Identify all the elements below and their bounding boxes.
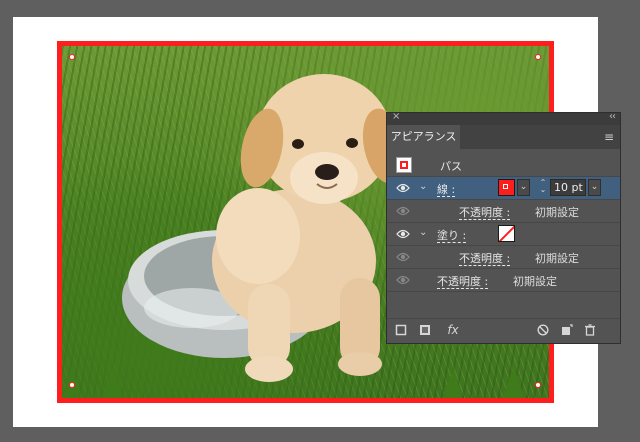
close-icon[interactable]: × <box>392 111 400 122</box>
collapse-icon[interactable]: ‹‹ <box>609 111 616 122</box>
object-opacity-row[interactable]: 不透明度 : 初期設定 <box>387 269 620 292</box>
anchor-point-bottom-left[interactable] <box>69 382 75 388</box>
eye-icon[interactable] <box>396 228 410 240</box>
fill-color-swatch[interactable] <box>498 225 515 242</box>
stroke-opacity-value: 初期設定 <box>535 206 579 219</box>
tab-appearance[interactable]: アピアランス <box>387 125 460 149</box>
add-new-stroke-icon[interactable] <box>395 324 407 336</box>
object-opacity-value: 初期設定 <box>513 275 557 288</box>
chevron-down-icon[interactable]: ⌄ <box>419 181 427 192</box>
stroke-color-swatch[interactable] <box>498 179 515 196</box>
eye-icon[interactable] <box>396 205 410 217</box>
stroke-row[interactable]: ⌄ 線 : ⌄ ⌃ ⌄ 10 pt ⌄ <box>387 177 620 200</box>
chevron-down-icon[interactable]: ⌄ <box>419 227 427 238</box>
panel-bottom-bar: fx <box>387 318 620 343</box>
stroke-weight-dropdown[interactable]: ⌄ <box>588 179 601 196</box>
add-new-fill-icon[interactable] <box>419 324 431 336</box>
object-opacity-label[interactable]: 不透明度 : <box>437 273 488 289</box>
eye-icon[interactable] <box>396 182 410 194</box>
appearance-panel: × ‹‹ アピアランス ≡ パス ⌄ 線 : ⌄ ⌃ ⌄ 10 pt ⌄ 不透明… <box>386 111 621 344</box>
panel-titlebar[interactable]: × ‹‹ <box>387 111 620 125</box>
stroke-label[interactable]: 線 : <box>437 181 455 197</box>
anchor-point-bottom-right[interactable] <box>535 382 541 388</box>
panel-menu-icon[interactable]: ≡ <box>604 130 614 144</box>
fx-icon[interactable]: fx <box>445 324 461 336</box>
stroke-opacity-label[interactable]: 不透明度 : <box>459 204 510 220</box>
object-label: パス <box>440 160 462 173</box>
eye-icon[interactable] <box>396 251 410 263</box>
fill-row[interactable]: ⌄ 塗り : <box>387 223 620 246</box>
trash-icon[interactable] <box>584 324 596 336</box>
fill-opacity-value: 初期設定 <box>535 252 579 265</box>
stroke-weight-stepper[interactable]: ⌃ ⌄ <box>537 179 549 196</box>
panel-tab-row: アピアランス ≡ <box>387 125 620 149</box>
clear-appearance-icon[interactable] <box>537 324 549 336</box>
anchor-point-top-right[interactable] <box>535 54 541 60</box>
stroke-opacity-row[interactable]: 不透明度 : 初期設定 <box>387 200 620 223</box>
appearance-rows: パス ⌄ 線 : ⌄ ⌃ ⌄ 10 pt ⌄ 不透明度 : 初期設定 ⌄ 塗り … <box>387 154 620 292</box>
object-row[interactable]: パス <box>387 154 620 177</box>
duplicate-item-icon[interactable] <box>561 324 573 336</box>
stroke-color-dropdown[interactable]: ⌄ <box>517 179 530 196</box>
fill-opacity-label[interactable]: 不透明度 : <box>459 250 510 266</box>
stroke-weight-field[interactable]: 10 pt <box>550 179 586 196</box>
anchor-point-top-left[interactable] <box>69 54 75 60</box>
fill-opacity-row[interactable]: 不透明度 : 初期設定 <box>387 246 620 269</box>
fill-label[interactable]: 塗り : <box>437 227 466 243</box>
eye-icon[interactable] <box>396 274 410 286</box>
object-thumbnail <box>396 157 412 173</box>
